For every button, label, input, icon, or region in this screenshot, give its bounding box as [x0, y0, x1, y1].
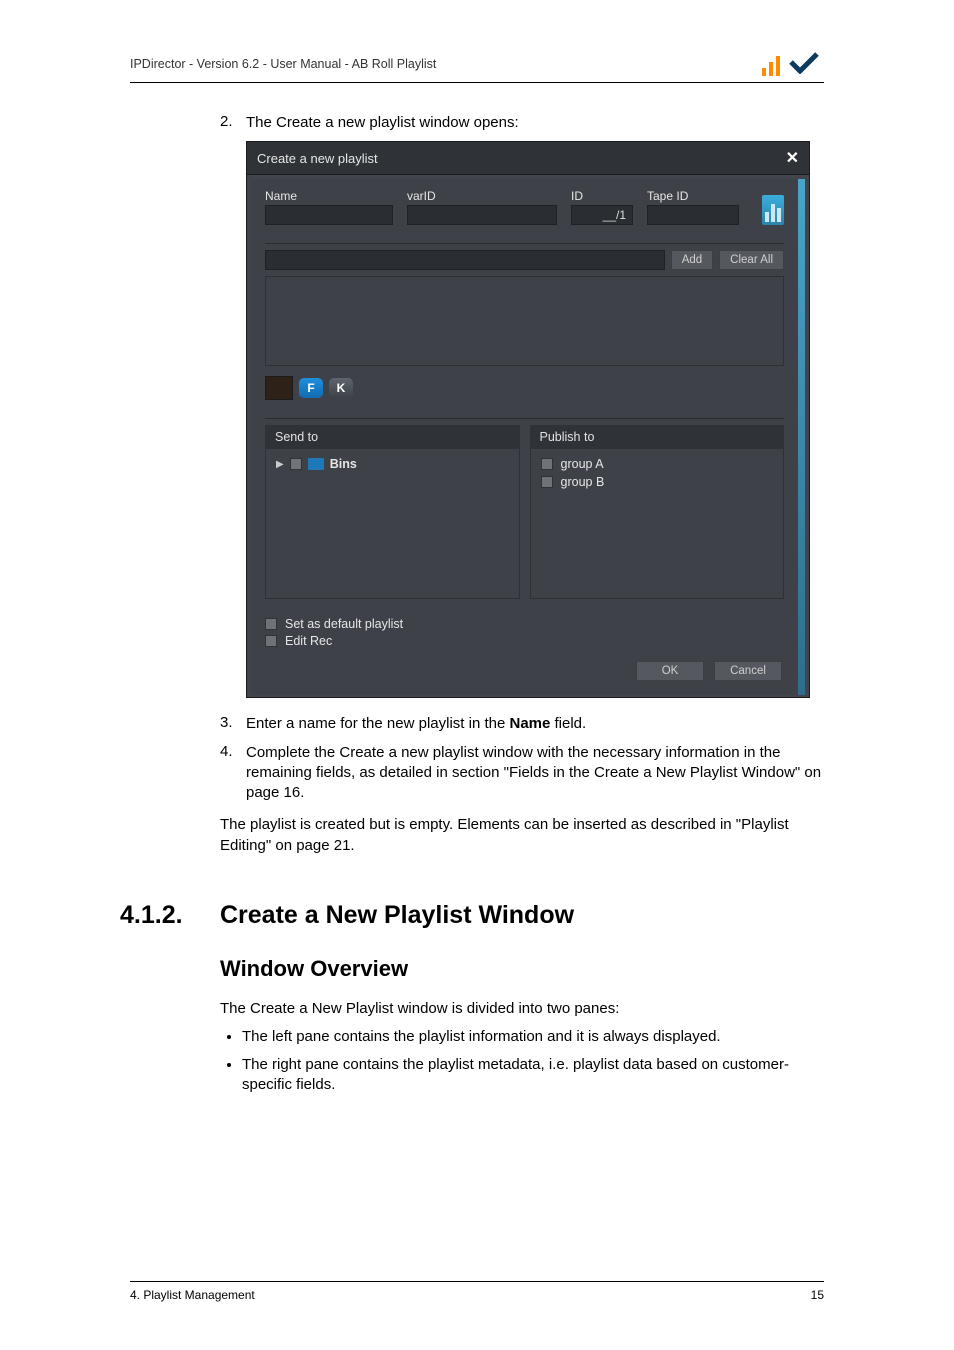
step3-text: Enter a name for the new playlist in the… — [246, 714, 824, 734]
checkmark-icon — [789, 52, 819, 79]
name-label: Name — [265, 189, 393, 203]
cancel-button[interactable]: Cancel — [714, 661, 782, 681]
edit-rec-row[interactable]: Edit Rec — [265, 634, 784, 648]
group-b-row[interactable]: group B — [541, 475, 774, 489]
header-text: IPDirector - Version 6.2 - User Manual -… — [130, 57, 436, 71]
section-number: 4.1.2. — [120, 901, 220, 930]
set-default-label: Set as default playlist — [285, 617, 403, 631]
expand-icon[interactable]: ▶ — [276, 459, 284, 470]
subsection-title: Window Overview — [220, 956, 824, 982]
step4-text: Complete the Create a new playlist windo… — [246, 743, 824, 804]
id-label: ID — [571, 189, 633, 203]
group-b-checkbox[interactable] — [541, 476, 553, 488]
edit-rec-label: Edit Rec — [285, 634, 332, 648]
k-badge[interactable]: K — [329, 378, 353, 398]
intro-paragraph: The Create a New Playlist window is divi… — [220, 1000, 824, 1017]
set-default-row[interactable]: Set as default playlist — [265, 617, 784, 631]
ok-button[interactable]: OK — [636, 661, 704, 681]
step2-text: The Create a new playlist window opens: — [246, 113, 824, 133]
footer-right: 15 — [811, 1288, 824, 1302]
step2-num: 2. — [220, 113, 246, 133]
close-icon[interactable]: ✕ — [786, 148, 799, 168]
bullet-1: The left pane contains the playlist info… — [242, 1027, 824, 1047]
bins-checkbox[interactable] — [290, 458, 302, 470]
f-badge[interactable]: F — [299, 378, 323, 398]
edit-rec-checkbox[interactable] — [265, 635, 277, 647]
step4-num: 4. — [220, 743, 246, 804]
step3-num: 3. — [220, 714, 246, 734]
bullet-2: The right pane contains the playlist met… — [242, 1055, 824, 1096]
set-default-checkbox[interactable] — [265, 618, 277, 630]
varid-label: varID — [407, 189, 557, 203]
metadata-pane-strip — [798, 179, 805, 695]
varid-input[interactable] — [407, 205, 557, 225]
publish-to-header: Publish to — [530, 425, 785, 449]
evs-logo — [762, 52, 824, 76]
expand-panel-icon[interactable] — [762, 195, 784, 225]
name-input[interactable] — [265, 205, 393, 225]
keyword-area — [265, 276, 784, 366]
group-a-row[interactable]: group A — [541, 457, 774, 471]
tapeid-input[interactable] — [647, 205, 739, 225]
dialog-screenshot: Create a new playlist ✕ Name varID — [246, 141, 810, 698]
keyword-input[interactable] — [265, 250, 665, 270]
bins-label: Bins — [330, 457, 357, 471]
group-a-checkbox[interactable] — [541, 458, 553, 470]
send-to-header: Send to — [265, 425, 520, 449]
bins-row[interactable]: ▶ Bins — [276, 457, 509, 471]
group-b-label: group B — [561, 475, 605, 489]
section-title: Create a New Playlist Window — [220, 901, 574, 930]
color-swatch[interactable] — [265, 376, 293, 400]
folder-icon — [308, 458, 324, 470]
after-paragraph: The playlist is created but is empty. El… — [220, 815, 824, 856]
footer-left: 4. Playlist Management — [130, 1288, 255, 1302]
add-button[interactable]: Add — [671, 250, 713, 270]
tapeid-label: Tape ID — [647, 189, 739, 203]
id-input[interactable] — [571, 205, 633, 225]
group-a-label: group A — [561, 457, 604, 471]
dialog-title: Create a new playlist — [257, 151, 378, 166]
clear-all-button[interactable]: Clear All — [719, 250, 784, 270]
